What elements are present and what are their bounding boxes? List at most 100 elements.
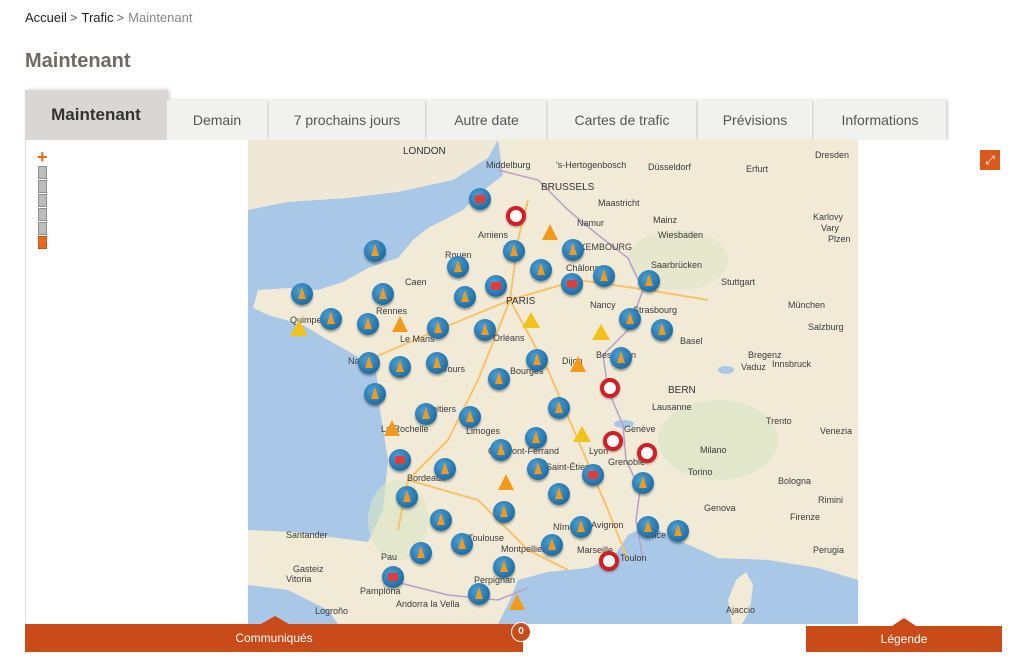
roadwork-marker[interactable] <box>389 356 411 378</box>
zoom-slider[interactable] <box>38 166 47 249</box>
communiques-bar[interactable]: Communiqués <box>25 616 523 652</box>
roadwork-marker[interactable] <box>593 265 615 287</box>
communiques-notch <box>261 616 289 624</box>
roadwork-marker[interactable] <box>364 240 386 262</box>
map-label: Genève <box>624 424 656 434</box>
roadwork-marker[interactable] <box>610 347 632 369</box>
breadcrumb-trafic-link[interactable]: Trafic <box>82 10 114 25</box>
tab-cartes-de-trafic[interactable]: Cartes de trafic <box>548 100 696 140</box>
roadwork-marker[interactable] <box>570 516 592 538</box>
road-closed-marker[interactable] <box>506 206 526 226</box>
warning-marker[interactable] <box>573 426 591 442</box>
tab-demain[interactable]: Demain <box>167 100 267 140</box>
roadwork-marker[interactable] <box>434 458 456 480</box>
roadwork-marker[interactable] <box>459 406 481 428</box>
map-label: Nancy <box>590 300 616 310</box>
map-label: Dresden <box>815 150 850 160</box>
roadwork-marker[interactable] <box>503 240 525 262</box>
zoom-out-button[interactable]: − <box>37 231 48 249</box>
road-closed-marker[interactable] <box>603 431 623 451</box>
tab-previsions[interactable]: Prévisions <box>698 100 812 140</box>
roadwork-marker[interactable] <box>548 483 570 505</box>
map-label: Caen <box>405 277 427 287</box>
road-closed-marker[interactable] <box>600 378 620 398</box>
zoom-step[interactable] <box>38 194 47 207</box>
roadwork-marker[interactable] <box>632 472 654 494</box>
roadwork-marker[interactable] <box>667 520 689 542</box>
roadwork-cone-marker[interactable] <box>384 420 400 436</box>
roadwork-marker[interactable] <box>525 427 547 449</box>
roadwork-marker[interactable] <box>426 352 448 374</box>
communiques-count-badge: 0 <box>511 622 531 642</box>
roadwork-marker[interactable] <box>451 533 473 555</box>
traffic-jam-marker[interactable] <box>389 449 411 471</box>
warning-marker[interactable] <box>290 320 308 336</box>
roadwork-marker[interactable] <box>651 319 673 341</box>
roadwork-marker[interactable] <box>372 283 394 305</box>
map-label: Rennes <box>376 306 408 316</box>
roadwork-cone-marker[interactable] <box>392 316 408 332</box>
roadwork-marker[interactable] <box>430 509 452 531</box>
traffic-jam-marker[interactable] <box>485 275 507 297</box>
roadwork-cone-marker[interactable] <box>509 594 525 610</box>
roadwork-marker[interactable] <box>415 403 437 425</box>
roadwork-marker[interactable] <box>447 256 469 278</box>
breadcrumb-home-link[interactable]: Accueil <box>25 10 67 25</box>
traffic-jam-marker[interactable] <box>469 188 491 210</box>
roadwork-cone-marker[interactable] <box>570 356 586 372</box>
roadwork-marker[interactable] <box>454 286 476 308</box>
roadwork-marker[interactable] <box>291 283 313 305</box>
map-label: Maastricht <box>598 198 640 208</box>
roadwork-marker[interactable] <box>527 458 549 480</box>
roadwork-marker[interactable] <box>493 556 515 578</box>
zoom-in-button[interactable]: + <box>37 148 48 166</box>
roadwork-cone-marker[interactable] <box>498 474 514 490</box>
legend-bar[interactable]: Légende <box>806 618 1002 652</box>
roadwork-marker[interactable] <box>493 501 515 523</box>
expand-map-button[interactable]: ⤢ <box>980 150 1000 170</box>
zoom-step[interactable] <box>38 208 47 221</box>
tab-informations[interactable]: Informations <box>814 100 946 140</box>
roadwork-marker[interactable] <box>468 583 490 605</box>
roadwork-marker[interactable] <box>526 349 548 371</box>
roadwork-marker[interactable] <box>410 542 432 564</box>
road-closed-marker[interactable] <box>637 443 657 463</box>
warning-marker[interactable] <box>592 324 610 340</box>
tab-autre-date[interactable]: Autre date <box>427 100 546 140</box>
roadwork-marker[interactable] <box>358 352 380 374</box>
zoom-step[interactable] <box>38 166 47 179</box>
roadwork-marker[interactable] <box>396 486 418 508</box>
roadwork-marker[interactable] <box>364 383 386 405</box>
map-label: Ajaccio <box>726 605 756 615</box>
roadwork-marker[interactable] <box>357 313 379 335</box>
roadwork-marker[interactable] <box>474 319 496 341</box>
roadwork-marker[interactable] <box>541 534 563 556</box>
zoom-step[interactable] <box>38 180 47 193</box>
map-label: Toulouse <box>468 533 505 543</box>
traffic-jam-marker[interactable] <box>382 566 404 588</box>
warning-marker[interactable] <box>522 312 540 328</box>
roadwork-marker[interactable] <box>490 439 512 461</box>
traffic-map[interactable]: LONDON Middelburg 's-Hertogenbosch Düsse… <box>248 140 858 624</box>
roadwork-marker[interactable] <box>619 308 641 330</box>
roadwork-marker[interactable] <box>638 270 660 292</box>
roadwork-marker[interactable] <box>320 308 342 330</box>
map-label: Andorra la Vella <box>396 599 460 609</box>
tab-maintenant[interactable]: Maintenant <box>25 90 167 140</box>
roadwork-marker[interactable] <box>637 516 659 538</box>
roadwork-marker[interactable] <box>488 368 510 390</box>
roadwork-marker[interactable] <box>427 317 449 339</box>
road-closed-marker[interactable] <box>599 551 619 571</box>
traffic-jam-marker[interactable] <box>582 464 604 486</box>
roadwork-cone-marker[interactable] <box>542 224 558 240</box>
traffic-jam-marker[interactable] <box>561 273 583 295</box>
tab-7-prochains-jours[interactable]: 7 prochains jours <box>269 100 425 140</box>
map-label: Rimini <box>818 495 844 505</box>
map-label: Genova <box>704 503 736 513</box>
map-label: Bologna <box>778 476 812 486</box>
map-label: Torino <box>688 467 713 477</box>
roadwork-marker[interactable] <box>562 239 584 261</box>
roadwork-marker[interactable] <box>530 259 552 281</box>
roadwork-marker[interactable] <box>548 397 570 419</box>
map-label: Karlovy <box>813 212 844 222</box>
